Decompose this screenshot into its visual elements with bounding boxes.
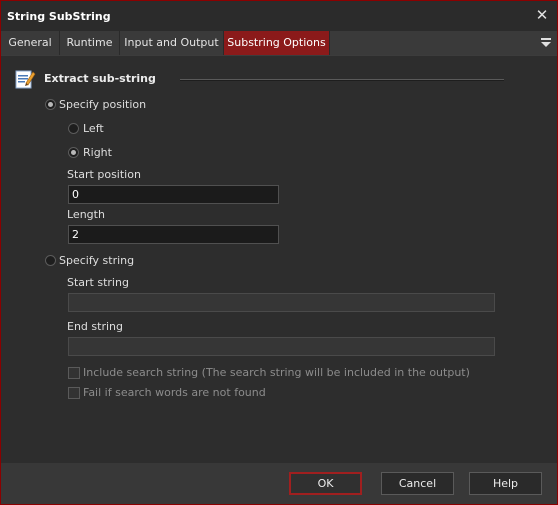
tab-input-output[interactable]: Input and Output bbox=[120, 31, 224, 55]
end-string-label: End string bbox=[67, 320, 123, 333]
close-icon[interactable]: ✕ bbox=[533, 5, 551, 25]
help-button[interactable]: Help bbox=[469, 472, 542, 495]
specify-position-radio[interactable] bbox=[45, 99, 56, 110]
tab-strip: General Runtime Input and Output Substri… bbox=[1, 31, 557, 56]
fail-if-not-found-label[interactable]: Fail if search words are not found bbox=[83, 386, 266, 399]
length-input[interactable]: 2 bbox=[68, 225, 279, 244]
right-radio[interactable] bbox=[68, 147, 79, 158]
section-divider bbox=[180, 79, 504, 81]
title-bar[interactable]: String SubString ✕ bbox=[1, 1, 557, 31]
edit-document-icon bbox=[15, 70, 36, 89]
tab-menu-icon[interactable] bbox=[541, 36, 551, 50]
length-label: Length bbox=[67, 208, 105, 221]
window-title: String SubString bbox=[7, 10, 111, 23]
specify-string-radio[interactable] bbox=[45, 255, 56, 266]
cancel-button[interactable]: Cancel bbox=[381, 472, 454, 495]
left-label[interactable]: Left bbox=[83, 122, 104, 135]
start-string-label: Start string bbox=[67, 276, 129, 289]
ok-button[interactable]: OK bbox=[289, 472, 362, 495]
include-search-checkbox[interactable] bbox=[68, 367, 80, 379]
specify-string-label[interactable]: Specify string bbox=[59, 254, 134, 267]
start-string-input[interactable] bbox=[68, 293, 495, 312]
fail-if-not-found-checkbox[interactable] bbox=[68, 387, 80, 399]
include-search-label[interactable]: Include search string (The search string… bbox=[83, 366, 470, 379]
tab-substring-options[interactable]: Substring Options bbox=[224, 31, 330, 55]
specify-position-label[interactable]: Specify position bbox=[59, 98, 146, 111]
end-string-input[interactable] bbox=[68, 337, 495, 356]
tab-general[interactable]: General bbox=[1, 31, 60, 55]
right-label[interactable]: Right bbox=[83, 146, 112, 159]
dialog-window: String SubString ✕ General Runtime Input… bbox=[0, 0, 558, 505]
tab-runtime[interactable]: Runtime bbox=[60, 31, 120, 55]
left-radio[interactable] bbox=[68, 123, 79, 134]
section-title: Extract sub-string bbox=[44, 72, 156, 85]
start-position-input[interactable]: 0 bbox=[68, 185, 279, 204]
start-position-label: Start position bbox=[67, 168, 141, 181]
